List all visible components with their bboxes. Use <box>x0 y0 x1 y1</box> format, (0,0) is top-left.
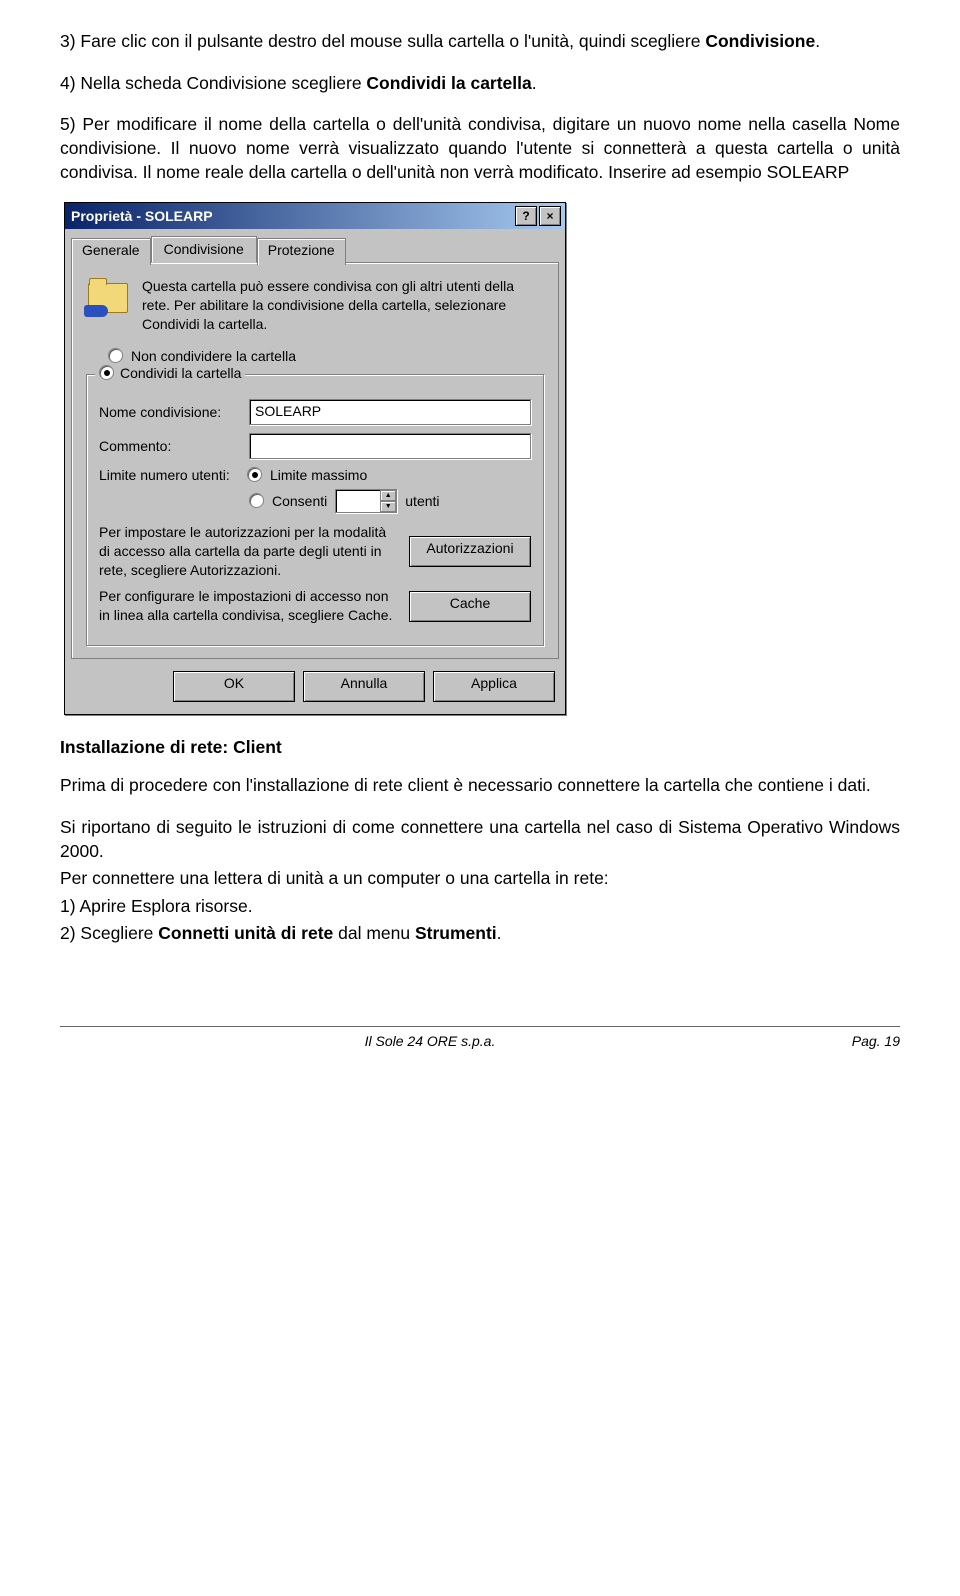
window-title: Proprietà - SOLEARP <box>69 208 513 224</box>
paragraph-install-4: 1) Aprire Esplora risorse. <box>60 895 900 919</box>
group-condividi: Condividi la cartella Nome condivisione:… <box>86 374 544 646</box>
commento-label: Commento: <box>99 438 239 454</box>
paragraph-4: 4) Nella scheda Condivisione scegliere C… <box>60 72 900 96</box>
shared-folder-icon <box>86 277 130 315</box>
radio-label: Condividi la cartella <box>120 365 241 381</box>
sharing-description: Questa cartella può essere condivisa con… <box>142 277 544 334</box>
nome-condivisione-input[interactable]: SOLEARP <box>249 399 531 425</box>
titlebar: Proprietà - SOLEARP ? × <box>65 203 565 229</box>
autorizzazioni-description: Per impostare le autorizzazioni per la m… <box>99 523 399 580</box>
tab-bar: Generale Condivisione Protezione <box>65 229 565 262</box>
radio-non-condividere[interactable]: Non condividere la cartella <box>108 348 544 364</box>
text: 3) Fare clic con il pulsante destro del … <box>60 31 705 51</box>
radio-label: Non condividere la cartella <box>131 348 296 364</box>
autorizzazioni-button[interactable]: Autorizzazioni <box>409 536 531 567</box>
text: . <box>497 923 502 943</box>
bold-text: Connetti unità di rete <box>158 923 333 943</box>
spinner-up-icon[interactable]: ▲ <box>380 490 396 501</box>
radio-icon <box>247 467 262 482</box>
radio-consenti[interactable]: Consenti <box>272 493 327 509</box>
text: . <box>815 31 820 51</box>
text: 4) Nella scheda Condivisione scegliere <box>60 73 366 93</box>
dialog-button-row: OK Annulla Applica <box>65 667 565 714</box>
paragraph-install-5: 2) Scegliere Connetti unità di rete dal … <box>60 922 900 946</box>
close-button[interactable]: × <box>539 206 561 226</box>
tab-protezione[interactable]: Protezione <box>257 238 346 265</box>
page-footer: Il Sole 24 ORE s.p.a. Pag. 19 <box>60 1026 900 1049</box>
ok-button[interactable]: OK <box>173 671 295 702</box>
annulla-button[interactable]: Annulla <box>303 671 425 702</box>
applica-button[interactable]: Applica <box>433 671 555 702</box>
radio-icon <box>249 493 264 508</box>
radio-limite-massimo[interactable]: Limite massimo <box>270 467 367 483</box>
spinner-down-icon[interactable]: ▼ <box>380 501 396 512</box>
bold-text: Strumenti <box>415 923 497 943</box>
commento-input[interactable] <box>249 433 531 459</box>
properties-dialog: Proprietà - SOLEARP ? × Generale Condivi… <box>64 202 566 715</box>
radio-icon <box>99 365 114 380</box>
bold-text: Condividi la cartella <box>366 73 531 93</box>
bold-text: Condivisione <box>705 31 815 51</box>
footer-page-number: Pag. 19 <box>800 1033 900 1049</box>
limite-label: Limite numero utenti: <box>99 467 239 483</box>
heading-installazione-client: Installazione di rete: Client <box>60 737 900 758</box>
paragraph-3: 3) Fare clic con il pulsante destro del … <box>60 30 900 54</box>
utenti-suffix: utenti <box>405 493 439 509</box>
radio-icon <box>108 348 123 363</box>
cache-button[interactable]: Cache <box>409 591 531 622</box>
radio-condividi[interactable]: Condividi la cartella <box>95 365 245 381</box>
help-button[interactable]: ? <box>515 206 537 226</box>
tab-condivisione[interactable]: Condivisione <box>151 236 257 263</box>
text: 2) Scegliere <box>60 923 158 943</box>
tab-panel-condivisione: Questa cartella può essere condivisa con… <box>71 262 559 659</box>
utenti-spinner[interactable]: ▲ ▼ <box>335 489 397 513</box>
dialog-screenshot: Proprietà - SOLEARP ? × Generale Condivi… <box>60 202 900 715</box>
nome-condivisione-label: Nome condivisione: <box>99 404 239 420</box>
footer-company: Il Sole 24 ORE s.p.a. <box>60 1033 800 1049</box>
paragraph-install-3: Per connettere una lettera di unità a un… <box>60 867 900 891</box>
cache-description: Per configurare le impostazioni di acces… <box>99 587 399 625</box>
paragraph-install-1: Prima di procedere con l'installazione d… <box>60 774 900 798</box>
tab-generale[interactable]: Generale <box>71 238 151 265</box>
paragraph-5: 5) Per modificare il nome della cartella… <box>60 113 900 184</box>
text: dal menu <box>333 923 415 943</box>
text: . <box>532 73 537 93</box>
paragraph-install-2: Si riportano di seguito le istruzioni di… <box>60 816 900 863</box>
